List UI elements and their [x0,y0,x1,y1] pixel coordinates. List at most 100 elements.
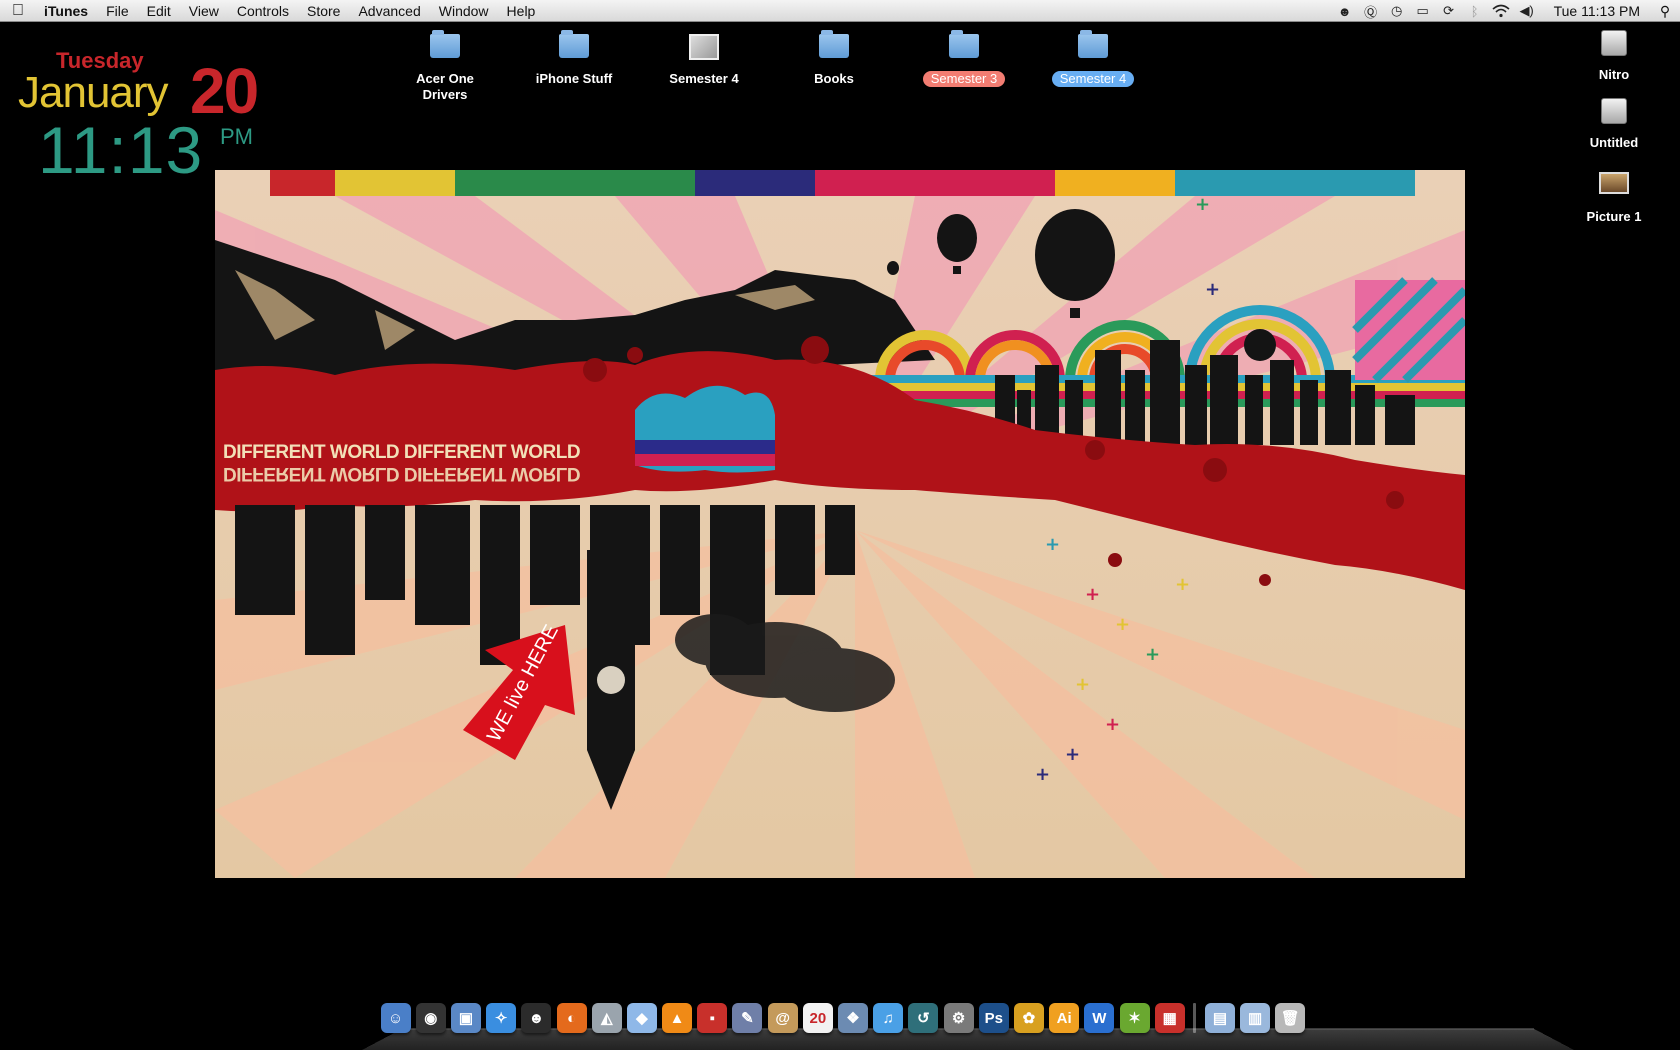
menu-view[interactable]: View [180,0,228,22]
desktop-icon-nitro[interactable]: Nitro [1554,28,1674,84]
firefox-icon[interactable]: ◐ [556,1003,587,1033]
dock-glyph: ☺ [387,1009,404,1027]
app-menu[interactable]: iTunes [36,0,97,22]
iphoto-icon[interactable]: ❖ [838,1003,869,1033]
dock-glyph: ◆ [636,1010,648,1027]
menu-file[interactable]: File [97,0,138,22]
svg-text:+: + [1045,534,1060,555]
desktop-icon-label: Books [814,71,854,86]
desktop-icon-label: Nitro [1598,67,1630,82]
time-machine-icon[interactable]: ↺ [908,1003,939,1033]
desktop-icon-iphone-stuff[interactable]: iPhone Stuff [514,30,634,88]
desktop-icon-label: Semester 4 [1051,71,1135,87]
dock-glyph: ◐ [567,1009,577,1027]
documents-stack-icon[interactable]: ▤ [1204,1003,1235,1033]
safari-icon[interactable]: ✧ [486,1003,517,1033]
folder-icon [430,30,460,58]
trash-icon[interactable]: 🗑 [1275,1003,1306,1033]
bluetooth-icon[interactable]: ᛒ [1462,0,1488,22]
parallels-icon[interactable]: ▦ [1154,1003,1185,1033]
desktop-icon-label: iPhone Stuff [535,71,613,86]
dock-glyph: 20 [809,1009,827,1027]
script-editor-icon[interactable]: ✎ [732,1003,763,1033]
dock-glyph: W [1092,1009,1107,1027]
svg-text:+: + [1205,279,1220,300]
menu-help[interactable]: Help [498,0,545,22]
finder-icon[interactable]: ☺ [380,1003,411,1033]
desktop-icon-picture-1[interactable]: Picture 1 [1554,164,1674,226]
wallpaper-headline: DIFFERENT WORLD DIFFERENT WORLD [223,442,581,463]
folder-icon [819,30,849,58]
hard-drive-icon [1601,98,1627,124]
svg-text:+: + [1035,764,1050,785]
apple-menu-icon[interactable]:  [0,2,36,20]
dock-glyph: ▥ [1248,1010,1263,1027]
dock-glyph: ✧ [494,1010,508,1027]
pineapple-icon[interactable]: ✿ [1013,1003,1044,1033]
desktop-icon-books[interactable]: Books [774,30,894,88]
dock: ☺ ◉ ▣ ✧ ☻ ◐ ◭ ◆ ▲ ▪ ✎ @20 ❖ ♫ ↺ ⚙ Ps ✿ Ai W ✶ ▦ ▤ ▥ 🗑 [362,995,1574,1050]
ical-icon[interactable]: 20 [802,1003,833,1033]
svg-text:+: + [1075,674,1090,695]
virtualbox-icon[interactable]: ◆ [626,1003,657,1033]
desktop-icon-untitled[interactable]: Untitled [1554,96,1674,152]
menu-controls[interactable]: Controls [228,0,298,22]
word-icon[interactable]: W [1084,1003,1115,1033]
photo-booth-icon[interactable]: ▪ [697,1003,728,1033]
dock-glyph: Ps [984,1009,1003,1027]
menu-store[interactable]: Store [298,0,349,22]
desktop-icon-label: Acer One Drivers [416,71,474,102]
desktop-icon-acer-one-drivers[interactable]: Acer One Drivers [385,30,505,104]
dock-glyph: ✶ [1128,1010,1141,1027]
menu-window[interactable]: Window [430,0,498,22]
menu-clock[interactable]: Tue 11:13 PM [1540,3,1650,19]
dreamweaver-icon[interactable]: ✶ [1119,1003,1150,1033]
separator [1193,1003,1197,1033]
menu-advanced[interactable]: Advanced [349,0,429,22]
dock-glyph: ✿ [1022,1010,1036,1027]
image-file-icon [689,34,719,60]
sync-icon[interactable]: ⟳ [1436,0,1462,22]
dashboard-icon[interactable]: ◉ [415,1003,446,1033]
time-machine-icon[interactable]: ◷ [1384,0,1410,22]
svg-text:+: + [1195,194,1210,215]
desktop-icon-label: Semester 3 [922,71,1006,87]
dock-glyph: 🗑 [1280,1010,1300,1027]
dock-glyph: ✎ [741,1010,754,1027]
wallpaper-artwork: + + + + + + + + + + + [215,170,1465,878]
wifi-icon[interactable] [1488,0,1514,22]
desktop-icon-label: Untitled [1589,135,1639,150]
desktop-icon-semester-3[interactable]: Semester 3 [904,30,1024,88]
folder-icon [559,30,589,58]
vlc-icon[interactable]: ▲ [662,1003,693,1033]
address-book-icon[interactable]: @ [767,1003,798,1033]
preview-icon[interactable]: ▣ [450,1003,481,1033]
skype-icon[interactable]: ☻ [1332,0,1358,22]
menu-edit[interactable]: Edit [138,0,180,22]
adium-icon[interactable]: ☻ [521,1003,552,1033]
volume-icon[interactable]: ◀) [1514,0,1540,22]
system-preferences-icon[interactable]: ⚙ [943,1003,974,1033]
desktop-icon-semester-4-image[interactable]: Semester 4 [644,30,764,88]
dock-glyph: ◉ [424,1010,438,1027]
folder-icon [949,30,979,58]
svg-text:+: + [1145,644,1160,665]
display-icon[interactable]: ▭ [1410,0,1436,22]
airport-icon[interactable]: ◭ [591,1003,622,1033]
svg-text:+: + [1105,714,1120,735]
itunes-icon[interactable]: ♫ [873,1003,904,1033]
widget-ampm: PM [220,124,253,149]
menu-bar:  iTunes File Edit View Controls Store A… [0,0,1680,22]
illustrator-icon[interactable]: Ai [1049,1003,1080,1033]
dock-glyph: ♫ [882,1009,894,1027]
quicksilver-icon[interactable]: Ⓠ [1358,0,1384,22]
widget-time: 11:13 [38,113,204,187]
dock-items: ☺ ◉ ▣ ✧ ☻ ◐ ◭ ◆ ▲ ▪ ✎ @20 ❖ ♫ ↺ ⚙ Ps ✿ Ai W ✶ ▦ ▤ ▥ 🗑 [378,1003,1308,1033]
picture-file-icon [1599,172,1629,194]
wallpaper-headline-mirror: DIFFERENT WORLD DIFFERENT WORLD [223,463,581,484]
spotlight-icon[interactable]: ⚲ [1650,3,1680,20]
downloads-stack-icon[interactable]: ▥ [1240,1003,1271,1033]
desktop-icon-semester-4-folder[interactable]: Semester 4 [1033,30,1153,88]
photoshop-icon[interactable]: Ps [978,1003,1009,1033]
desktop-icon-label: Semester 4 [669,71,739,86]
